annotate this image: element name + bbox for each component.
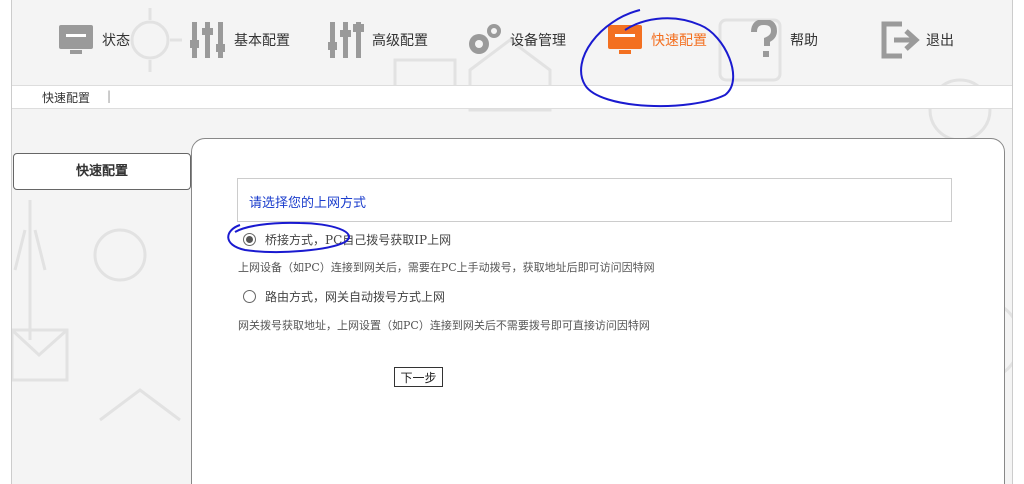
breadcrumb-current[interactable]: 快速配置 — [42, 89, 90, 106]
next-button[interactable]: 下一步 — [394, 367, 443, 387]
nav-advanced-config[interactable]: 高级配置 — [326, 10, 428, 70]
nav-label: 退出 — [926, 33, 954, 49]
advanced-sliders-icon — [328, 22, 364, 58]
nav-quick-config[interactable]: 快速配置 — [605, 10, 707, 70]
nav-label: 帮助 — [790, 33, 818, 49]
nav-label: 高级配置 — [372, 33, 428, 49]
nav-label: 基本配置 — [234, 33, 290, 49]
top-navigation: 状态 基本配置 高级配置 设备管理 快速配置 帮助 退出 — [12, 0, 1012, 85]
exit-icon — [881, 21, 920, 59]
nav-device-management[interactable]: 设备管理 — [464, 10, 566, 70]
nav-label: 状态 — [102, 33, 130, 49]
nav-label: 快速配置 — [651, 33, 707, 49]
nav-label: 设备管理 — [510, 33, 566, 49]
option-route-description: 网关拨号获取地址，上网设置（如PC）连接到网关后不需要拨号即可直接访问因特网 — [238, 319, 650, 332]
left-frame-border — [0, 0, 12, 484]
radio-bridge[interactable] — [243, 233, 256, 246]
breadcrumb: 快速配置 | — [12, 85, 1012, 109]
gears-icon — [469, 24, 501, 54]
section-title-box: 请选择您的上网方式 — [237, 178, 952, 222]
option-bridge-label: 桥接方式，PC自己拨号获取IP上网 — [265, 233, 452, 247]
sidebar-item-quick-config[interactable]: 快速配置 — [13, 153, 191, 190]
option-bridge-description: 上网设备（如PC）连接到网关后，需要在PC上手动拨号，获取地址后即可访问因特网 — [238, 261, 655, 274]
breadcrumb-separator: | — [107, 89, 112, 103]
monitor-icon — [608, 25, 642, 54]
nav-help[interactable]: 帮助 — [744, 10, 818, 70]
monitor-icon — [59, 25, 93, 54]
nav-basic-config[interactable]: 基本配置 — [188, 10, 290, 70]
option-bridge-mode[interactable]: 桥接方式，PC自己拨号获取IP上网 — [243, 231, 451, 248]
section-title: 请选择您的上网方式 — [249, 196, 367, 211]
option-route-label: 路由方式，网关自动拨号方式上网 — [265, 290, 446, 304]
option-route-mode[interactable]: 路由方式，网关自动拨号方式上网 — [243, 288, 445, 305]
right-frame-border — [1012, 0, 1024, 484]
nav-status[interactable]: 状态 — [56, 10, 130, 70]
radio-route[interactable] — [243, 290, 256, 303]
sliders-icon — [190, 22, 225, 58]
question-icon — [751, 20, 778, 57]
nav-logout[interactable]: 退出 — [880, 10, 954, 70]
